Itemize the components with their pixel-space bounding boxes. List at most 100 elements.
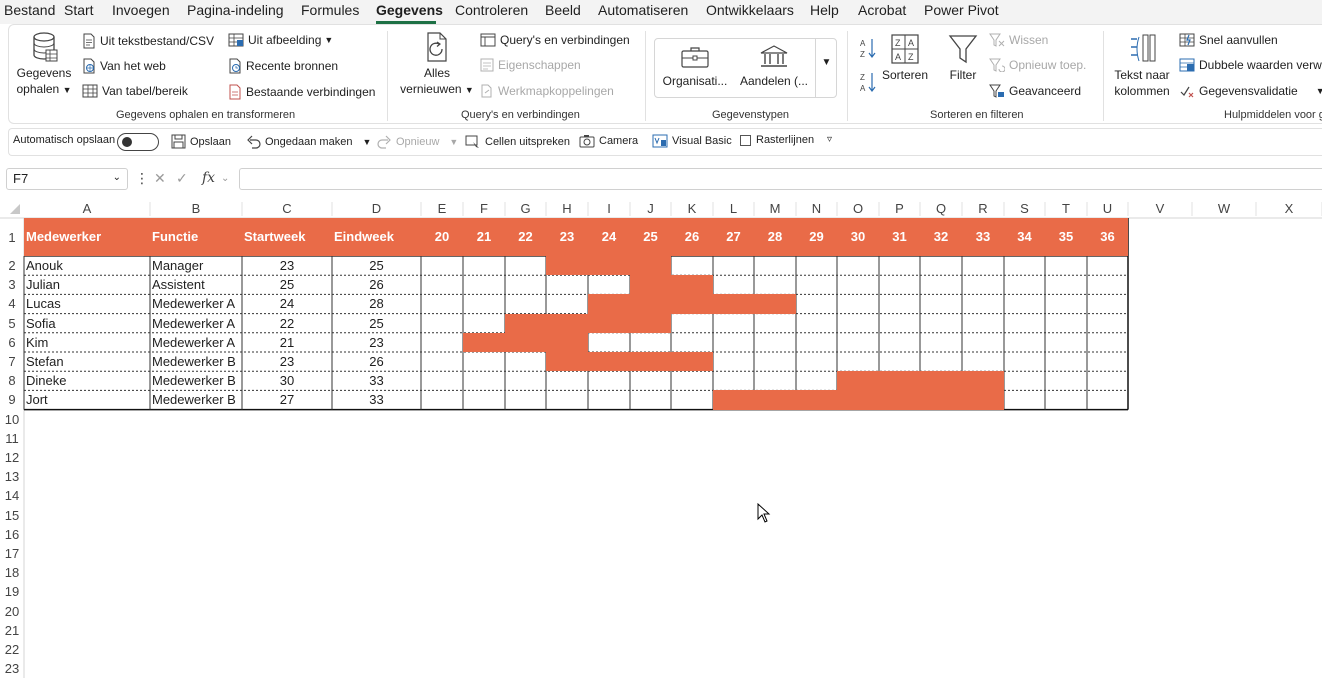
- table-cell-role[interactable]: Medewerker B: [150, 390, 242, 409]
- row-header[interactable]: 21: [0, 621, 24, 640]
- table-cell-name[interactable]: Stefan: [24, 352, 150, 371]
- table-cell-end[interactable]: 33: [332, 390, 421, 409]
- row-header[interactable]: 9: [0, 390, 24, 409]
- gantt-bar-cell[interactable]: [962, 390, 1004, 410]
- gantt-bar-cell[interactable]: [588, 256, 630, 276]
- row-header[interactable]: 3: [0, 275, 24, 294]
- gantt-bar-cell[interactable]: [505, 332, 546, 352]
- table-cell-name[interactable]: Dineke: [24, 371, 150, 390]
- column-header[interactable]: N: [796, 200, 837, 218]
- column-header[interactable]: I: [588, 200, 630, 218]
- table-header-cell[interactable]: Startweek: [242, 218, 332, 256]
- row-header[interactable]: 22: [0, 640, 24, 659]
- column-header[interactable]: X: [1256, 200, 1322, 218]
- table-header-cell[interactable]: Eindweek: [332, 218, 421, 256]
- column-header[interactable]: J: [630, 200, 671, 218]
- gantt-bar-cell[interactable]: [546, 256, 588, 276]
- row-header[interactable]: 18: [0, 563, 24, 582]
- gantt-bar-cell[interactable]: [588, 294, 630, 314]
- table-cell-end[interactable]: 28: [332, 294, 421, 313]
- row-header[interactable]: 17: [0, 544, 24, 563]
- gantt-bar-cell[interactable]: [796, 390, 837, 410]
- table-cell-role[interactable]: Medewerker A: [150, 294, 242, 313]
- column-header[interactable]: G: [505, 200, 546, 218]
- table-cell-name[interactable]: Lucas: [24, 294, 150, 313]
- table-cell-end[interactable]: 26: [332, 275, 421, 294]
- table-cell-name[interactable]: Jort: [24, 390, 150, 409]
- row-header[interactable]: 14: [0, 486, 24, 505]
- table-cell-name[interactable]: Anouk: [24, 256, 150, 275]
- week-header-cell[interactable]: 32: [920, 218, 962, 256]
- column-header[interactable]: D: [332, 200, 421, 218]
- column-header[interactable]: W: [1192, 200, 1256, 218]
- week-header-cell[interactable]: 33: [962, 218, 1004, 256]
- row-header[interactable]: 2: [0, 256, 24, 275]
- column-header[interactable]: H: [546, 200, 588, 218]
- table-cell-start[interactable]: 24: [242, 294, 332, 313]
- row-header[interactable]: 16: [0, 525, 24, 544]
- table-cell-end[interactable]: 26: [332, 352, 421, 371]
- column-header[interactable]: B: [150, 200, 242, 218]
- column-header[interactable]: F: [463, 200, 505, 218]
- gantt-bar-cell[interactable]: [671, 352, 713, 372]
- column-header[interactable]: R: [962, 200, 1004, 218]
- table-cell-name[interactable]: Kim: [24, 333, 150, 352]
- gantt-bar-cell[interactable]: [630, 313, 671, 333]
- gantt-bar-cell[interactable]: [920, 390, 962, 410]
- row-header[interactable]: 1: [0, 228, 24, 247]
- week-header-cell[interactable]: 35: [1045, 218, 1087, 256]
- column-header[interactable]: M: [754, 200, 796, 218]
- row-header[interactable]: 8: [0, 371, 24, 390]
- table-cell-end[interactable]: 23: [332, 333, 421, 352]
- row-header[interactable]: 11: [0, 429, 24, 448]
- column-header[interactable]: T: [1045, 200, 1087, 218]
- table-header-cell[interactable]: Medewerker: [24, 218, 150, 256]
- week-header-cell[interactable]: 30: [837, 218, 879, 256]
- table-cell-start[interactable]: 23: [242, 352, 332, 371]
- gantt-bar-cell[interactable]: [588, 352, 630, 372]
- gantt-bar-cell[interactable]: [879, 371, 920, 391]
- table-cell-name[interactable]: Sofia: [24, 314, 150, 333]
- gantt-bar-cell[interactable]: [630, 256, 671, 276]
- column-header[interactable]: Q: [920, 200, 962, 218]
- column-header[interactable]: K: [671, 200, 713, 218]
- row-header[interactable]: 12: [0, 448, 24, 467]
- week-header-cell[interactable]: 23: [546, 218, 588, 256]
- gantt-bar-cell[interactable]: [463, 332, 505, 352]
- week-header-cell[interactable]: 34: [1004, 218, 1045, 256]
- gantt-bar-cell[interactable]: [546, 332, 588, 352]
- gantt-bar-cell[interactable]: [837, 390, 879, 410]
- column-header[interactable]: E: [421, 200, 463, 218]
- week-header-cell[interactable]: 24: [588, 218, 630, 256]
- gantt-bar-cell[interactable]: [505, 313, 546, 333]
- table-cell-role[interactable]: Medewerker B: [150, 371, 242, 390]
- gantt-bar-cell[interactable]: [630, 275, 671, 295]
- gantt-bar-cell[interactable]: [962, 371, 1004, 391]
- gantt-bar-cell[interactable]: [630, 294, 671, 314]
- column-header[interactable]: P: [879, 200, 920, 218]
- table-cell-end[interactable]: 33: [332, 371, 421, 390]
- week-header-cell[interactable]: 25: [630, 218, 671, 256]
- row-header[interactable]: 13: [0, 467, 24, 486]
- table-cell-start[interactable]: 23: [242, 256, 332, 275]
- column-header[interactable]: C: [242, 200, 332, 218]
- column-header[interactable]: L: [713, 200, 754, 218]
- column-header[interactable]: S: [1004, 200, 1045, 218]
- column-header[interactable]: A: [24, 200, 150, 218]
- table-cell-start[interactable]: 27: [242, 390, 332, 409]
- week-header-cell[interactable]: 20: [421, 218, 463, 256]
- gantt-bar-cell[interactable]: [754, 294, 796, 314]
- table-header-cell[interactable]: Functie: [150, 218, 242, 256]
- table-cell-role[interactable]: Medewerker A: [150, 314, 242, 333]
- gantt-bar-cell[interactable]: [588, 313, 630, 333]
- row-header[interactable]: 10: [0, 410, 24, 429]
- row-header[interactable]: 7: [0, 352, 24, 371]
- row-header[interactable]: 20: [0, 602, 24, 621]
- gantt-bar-cell[interactable]: [630, 352, 671, 372]
- table-cell-role[interactable]: Assistent: [150, 275, 242, 294]
- table-cell-start[interactable]: 25: [242, 275, 332, 294]
- gantt-bar-cell[interactable]: [671, 294, 713, 314]
- table-cell-role[interactable]: Medewerker B: [150, 352, 242, 371]
- row-header[interactable]: 23: [0, 659, 24, 678]
- gantt-bar-cell[interactable]: [671, 275, 713, 295]
